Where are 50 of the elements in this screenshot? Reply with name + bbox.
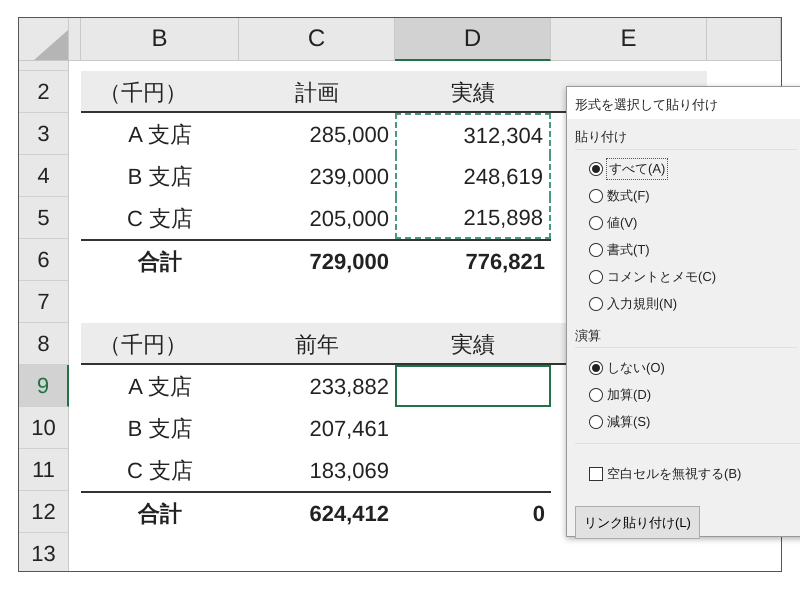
option-label[interactable]: 書式(T) (607, 240, 650, 260)
checkbox-label[interactable]: 空白セルを無視する(B) (607, 464, 742, 484)
row-header[interactable]: 3 (19, 113, 69, 155)
radio-button[interactable] (589, 360, 603, 374)
row-header[interactable]: 5 (19, 197, 69, 239)
radio-button[interactable] (589, 216, 603, 230)
row-header[interactable]: 10 (19, 407, 69, 449)
table-cell-text: 実績 (450, 330, 496, 358)
table-cell-text: 計画 (294, 78, 340, 106)
checkbox[interactable] (589, 466, 603, 481)
column-header[interactable]: B (81, 18, 239, 61)
radio-button[interactable] (589, 162, 603, 176)
column-header[interactable]: D (395, 18, 551, 61)
paste-link-button[interactable]: リンク貼り付け(L) (575, 506, 700, 539)
option-label[interactable]: 減算(S) (607, 412, 650, 432)
option-label[interactable]: 数式(F) (607, 186, 650, 206)
option-label[interactable]: 値(V) (607, 213, 638, 233)
row-header[interactable]: 2 (19, 71, 69, 113)
option-label[interactable]: すべて(A) (607, 159, 668, 179)
row-header[interactable]: 6 (19, 239, 69, 281)
radio-button[interactable] (589, 189, 603, 203)
row-header[interactable]: 7 (19, 281, 69, 323)
row-header[interactable]: 12 (19, 491, 69, 533)
column-header[interactable]: C (239, 18, 395, 61)
radio-button[interactable] (589, 270, 603, 284)
selected-cell[interactable] (395, 365, 551, 407)
radio-button[interactable] (589, 414, 603, 428)
option-label[interactable]: しない(O) (607, 358, 665, 378)
radio-button[interactable] (589, 388, 603, 402)
table-cell-text: 実績 (450, 78, 496, 106)
table-cell: 215,898 (395, 197, 551, 239)
row-header[interactable]: 8 (19, 323, 69, 365)
option-label[interactable]: 加算(D) (607, 384, 652, 404)
table-cell: 248,619 (395, 155, 551, 197)
section-label: 演算 (575, 326, 797, 348)
radio-button[interactable] (589, 297, 603, 311)
table-cell-text: 前年 (294, 330, 340, 358)
row-header[interactable]: 13 (19, 533, 69, 571)
row-header[interactable]: 9 (19, 365, 69, 407)
dialog-title: 形式を選択して貼り付け (567, 87, 800, 119)
radio-button[interactable] (589, 243, 603, 257)
table-cell-text: （千円） (98, 330, 188, 358)
table-cell-text: （千円） (98, 78, 188, 106)
column-header[interactable]: E (551, 18, 707, 61)
row-header[interactable]: 4 (19, 155, 69, 197)
option-label[interactable]: 入力規則(N) (607, 294, 678, 314)
table-cell: 312,304 (395, 113, 551, 155)
option-label[interactable]: コメントとメモ(C) (607, 267, 716, 287)
section-label: 貼り付け (575, 127, 797, 150)
row-header[interactable]: 11 (19, 449, 69, 491)
